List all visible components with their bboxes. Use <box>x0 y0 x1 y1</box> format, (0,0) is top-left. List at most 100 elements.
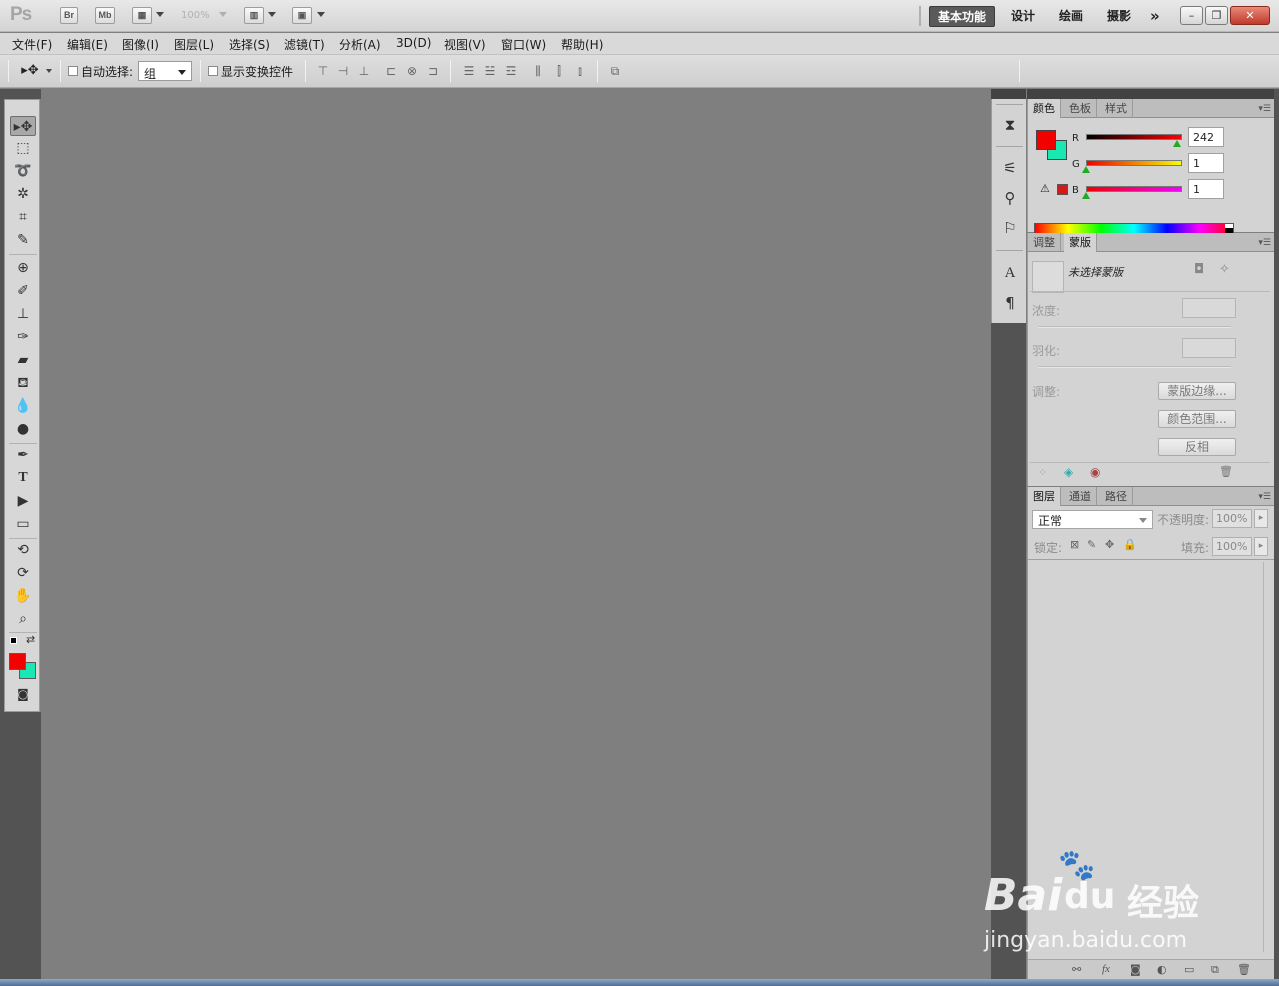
arrange-dropdown-icon[interactable] <box>268 12 276 17</box>
distribute-bottom-icon[interactable]: ☲ <box>504 63 518 79</box>
minimize-button[interactable]: – <box>1180 6 1203 25</box>
b-slider[interactable] <box>1086 186 1182 192</box>
r-value-input[interactable]: 242 <box>1188 127 1224 147</box>
auto-select-checkbox[interactable] <box>68 66 78 76</box>
paragraph-panel-icon[interactable]: ¶ <box>999 292 1021 314</box>
type-tool-icon[interactable]: T <box>10 468 36 488</box>
layer-list-scrollbar[interactable] <box>1263 562 1273 952</box>
pen-tool-icon[interactable]: ✒ <box>10 445 36 465</box>
g-slider-thumb[interactable] <box>1082 166 1090 173</box>
screen-mode-button[interactable]: ▣ <box>292 7 312 24</box>
menu-view[interactable]: 视图(V) <box>444 36 486 53</box>
workspace-canvas[interactable] <box>41 89 991 979</box>
menu-select[interactable]: 选择(S) <box>229 36 270 53</box>
workspace-painting[interactable]: 绘画 <box>1051 6 1091 27</box>
opacity-input[interactable]: 100% <box>1212 509 1252 528</box>
spot-healing-tool-icon[interactable]: ⊕ <box>10 258 36 278</box>
show-transform-checkbox[interactable] <box>208 66 218 76</box>
view-extras-button[interactable]: ▦ <box>132 7 152 24</box>
eraser-tool-icon[interactable]: ▰ <box>10 350 36 370</box>
delete-layer-icon[interactable]: 🗑 <box>1237 963 1251 976</box>
apply-mask-icon[interactable]: ◈ <box>1064 465 1073 479</box>
panel-menu-icon[interactable]: ▾☰ <box>1258 492 1271 502</box>
distribute-top-icon[interactable]: ☰ <box>462 63 476 79</box>
opacity-arrow-icon[interactable]: ▸ <box>1254 509 1268 528</box>
view-extras-dropdown-icon[interactable] <box>156 12 164 17</box>
distribute-vcenter-icon[interactable]: ☱ <box>483 63 497 79</box>
character-panel-icon[interactable]: A <box>999 262 1021 284</box>
zoom-tool-icon[interactable]: ⌕ <box>10 609 36 629</box>
close-button[interactable]: ✕ <box>1230 6 1270 25</box>
workspace-essentials[interactable]: 基本功能 <box>929 6 996 27</box>
menu-layer[interactable]: 图层(L) <box>174 36 214 53</box>
b-value-input[interactable]: 1 <box>1188 179 1224 199</box>
workspace-photography[interactable]: 摄影 <box>1099 6 1139 27</box>
quick-selection-tool-icon[interactable]: ✲ <box>10 184 36 204</box>
add-vector-mask-icon[interactable]: ✧ <box>1219 262 1230 277</box>
clone-source-icon[interactable]: ⚲ <box>999 187 1021 209</box>
paint-bucket-tool-icon[interactable]: ⛾ <box>10 373 36 393</box>
density-input[interactable] <box>1182 298 1236 318</box>
3d-orbit-tool-icon[interactable]: ⟳ <box>10 563 36 583</box>
distribute-left-icon[interactable]: ⫼ <box>531 63 545 79</box>
tab-layers[interactable]: 图层 <box>1028 487 1061 506</box>
zoom-dropdown-icon[interactable] <box>219 12 227 17</box>
dock-header[interactable] <box>991 89 1026 99</box>
tab-styles[interactable]: 样式 <box>1100 99 1133 118</box>
gamut-color-swatch[interactable] <box>1057 184 1068 195</box>
panel-foreground-swatch[interactable] <box>1036 130 1056 150</box>
new-layer-icon[interactable]: ⧉ <box>1211 963 1219 977</box>
fill-arrow-icon[interactable]: ▸ <box>1254 537 1268 556</box>
add-mask-icon[interactable]: ◙ <box>1130 963 1141 976</box>
menu-image[interactable]: 图像(I) <box>122 36 159 53</box>
bridge-button[interactable]: Br <box>60 7 78 24</box>
align-hcenter-icon[interactable]: ⊗ <box>405 63 419 79</box>
history-panel-icon[interactable]: ⧗ <box>999 114 1021 136</box>
3d-rotate-tool-icon[interactable]: ⟲ <box>10 540 36 560</box>
menu-filter[interactable]: 滤镜(T) <box>284 36 325 53</box>
out-of-gamut-warning-icon[interactable]: ⚠ <box>1040 182 1050 195</box>
align-bottom-icon[interactable]: ⊥ <box>357 63 371 79</box>
dodge-tool-icon[interactable]: ● <box>10 419 36 439</box>
r-slider-thumb[interactable] <box>1173 140 1181 147</box>
density-slider[interactable] <box>1038 326 1231 328</box>
menu-3d[interactable]: 3D(D) <box>396 36 431 50</box>
path-selection-tool-icon[interactable]: ▶ <box>10 491 36 511</box>
menu-help[interactable]: 帮助(H) <box>561 36 603 53</box>
tab-adjustments[interactable]: 调整 <box>1028 233 1061 252</box>
lasso-tool-icon[interactable]: ➰ <box>10 161 36 181</box>
color-range-button[interactable]: 颜色范围... <box>1158 410 1236 428</box>
new-group-icon[interactable]: ▭ <box>1184 963 1194 976</box>
feather-slider[interactable] <box>1038 366 1231 368</box>
lock-image-icon[interactable]: ✎ <box>1087 538 1096 551</box>
invert-button[interactable]: 反相 <box>1158 438 1236 456</box>
r-slider[interactable] <box>1086 134 1182 140</box>
tab-color[interactable]: 颜色 <box>1028 99 1061 118</box>
eyedropper-tool-icon[interactable]: ✎ <box>10 230 36 250</box>
swap-colors-icon[interactable]: ⇄ <box>26 633 35 646</box>
white-swatch[interactable] <box>1225 224 1233 228</box>
load-selection-icon[interactable]: ⁘ <box>1038 466 1047 479</box>
b-slider-thumb[interactable] <box>1082 192 1090 199</box>
zoom-level[interactable]: 100% <box>181 10 210 21</box>
foreground-color-swatch[interactable] <box>9 653 26 670</box>
menu-window[interactable]: 窗口(W) <box>501 36 546 53</box>
quick-mask-icon[interactable]: ◙ <box>10 684 36 704</box>
arrange-documents-button[interactable]: ▥ <box>244 7 264 24</box>
align-right-icon[interactable]: ⊐ <box>426 63 440 79</box>
tab-paths[interactable]: 路径 <box>1100 487 1133 506</box>
restore-button[interactable]: ❐ <box>1205 6 1228 25</box>
panels-header[interactable] <box>1027 89 1274 99</box>
shape-tool-icon[interactable]: ▭ <box>10 514 36 534</box>
auto-select-dropdown[interactable]: 组 <box>138 61 192 81</box>
workspace-design[interactable]: 设计 <box>1003 6 1043 27</box>
toolbar-header[interactable] <box>0 89 41 99</box>
disable-mask-icon[interactable]: ◉ <box>1090 465 1100 479</box>
delete-mask-icon[interactable]: 🗑 <box>1219 465 1233 478</box>
g-slider[interactable] <box>1086 160 1182 166</box>
tool-presets-icon[interactable]: ⚐ <box>999 217 1021 239</box>
crop-tool-icon[interactable]: ⌗ <box>10 207 36 227</box>
distribute-right-icon[interactable]: ⫾ <box>573 63 587 79</box>
tab-masks[interactable]: 蒙版 <box>1064 233 1097 252</box>
fill-input[interactable]: 100% <box>1212 537 1252 556</box>
